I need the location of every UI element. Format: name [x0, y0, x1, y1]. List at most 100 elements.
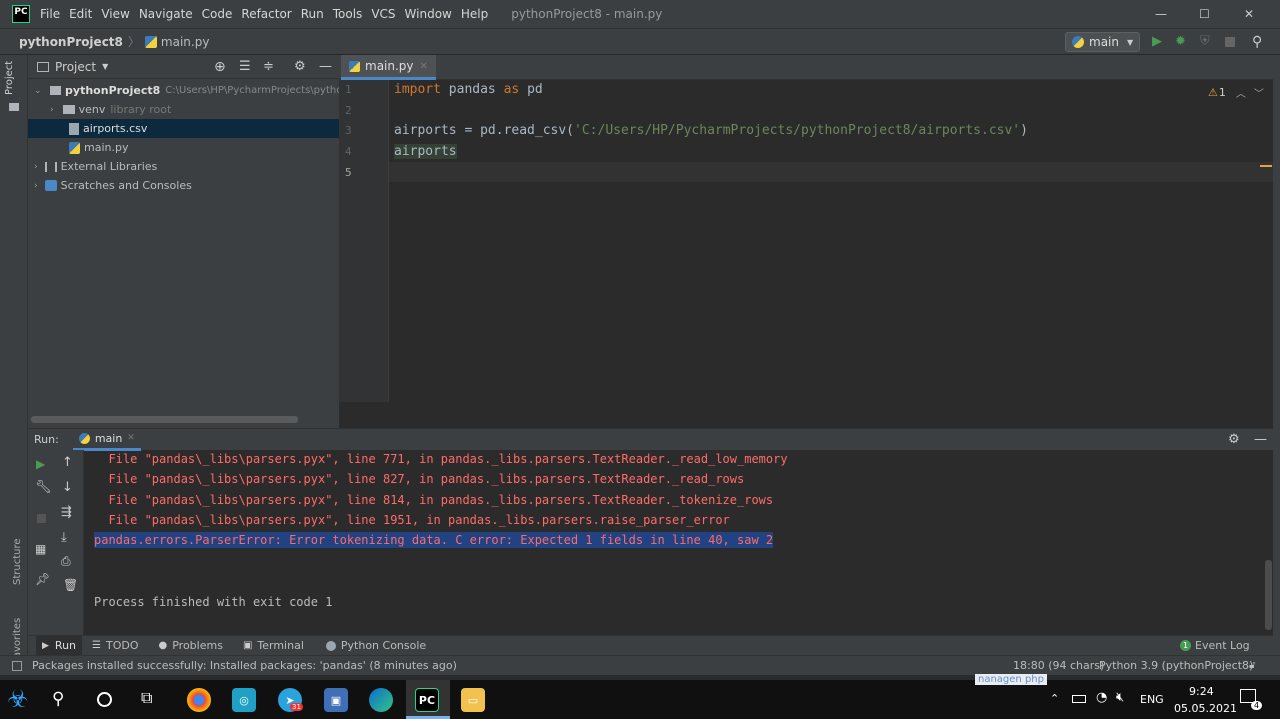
tool-tab-run[interactable]: ▶ Run: [36, 636, 83, 655]
maximize-button[interactable]: ☐: [1199, 7, 1210, 21]
collapse-all-icon[interactable]: ≑: [263, 59, 274, 74]
expand-all-icon[interactable]: ☰: [239, 59, 251, 74]
tool-tab-terminal[interactable]: ▣ Terminal: [243, 639, 304, 652]
python-file-icon: [144, 35, 157, 48]
run-icon[interactable]: ▶: [1152, 34, 1162, 49]
chrome-icon[interactable]: [187, 688, 211, 712]
editor-horizontal-scrollbar[interactable]: [339, 402, 1273, 428]
scroll-end-icon[interactable]: ⤓: [61, 530, 67, 545]
folder-icon: [49, 86, 62, 95]
menu-navigate[interactable]: Navigate: [139, 7, 193, 21]
horizontal-scrollbar[interactable]: [31, 416, 298, 423]
up-arrow-icon[interactable]: ↑: [62, 455, 73, 470]
inspection-widget[interactable]: ⚠ 1 ︿ ﹀: [1208, 85, 1264, 100]
clock-time[interactable]: 9:24: [1189, 685, 1214, 698]
hide-panel-icon[interactable]: —: [319, 59, 332, 74]
tree-item-external-libraries[interactable]: › External Libraries: [28, 157, 339, 176]
status-bar: Packages installed successfully: Install…: [0, 655, 1280, 675]
start-icon[interactable]: ☣: [7, 685, 29, 713]
library-icon: [44, 161, 57, 172]
close-tab-icon[interactable]: ✕: [420, 61, 428, 72]
menu-run[interactable]: Run: [301, 7, 324, 21]
tool-tab-todo[interactable]: ☰ TODO: [92, 639, 138, 652]
tray-chevron-up-icon[interactable]: ⌃: [1050, 692, 1059, 705]
breadcrumb-project[interactable]: pythonProject8: [19, 35, 123, 49]
tree-item-airports-csv[interactable]: airports.csv: [28, 119, 339, 138]
project-view-icon: [37, 61, 49, 72]
run-tab-main[interactable]: main ✕: [72, 429, 141, 451]
wrench-icon[interactable]: 🔧︎: [35, 480, 52, 495]
error-stripe-mark[interactable]: [1260, 165, 1272, 167]
menu-help[interactable]: Help: [461, 7, 488, 21]
gear-icon[interactable]: ⚙: [294, 59, 306, 74]
down-arrow-icon[interactable]: ↓: [62, 480, 73, 495]
language-indicator[interactable]: ENG: [1140, 693, 1164, 706]
tree-item-hint: library root: [110, 103, 172, 116]
file-explorer-icon[interactable]: ▭: [461, 688, 485, 712]
clock-date[interactable]: 05.05.2021: [1174, 702, 1237, 715]
project-view-selector[interactable]: Project: [55, 60, 96, 74]
chevron-down-icon[interactable]: ﹀: [1254, 85, 1264, 100]
coverage-icon[interactable]: ⛨: [1200, 34, 1210, 49]
tool-tab-label: Terminal: [257, 639, 304, 652]
tree-item-project-root[interactable]: ⌄ pythonProject8 C:\Users\HP\PycharmProj…: [28, 81, 339, 100]
tree-item-label: airports.csv: [83, 122, 148, 135]
caret-position[interactable]: 18:80 (94 chars): [1013, 659, 1104, 672]
tree-item-scratches[interactable]: › Scratches and Consoles: [28, 176, 339, 195]
search-icon[interactable]: ⚲: [1252, 34, 1262, 50]
status-message[interactable]: Packages installed successfully: Install…: [32, 659, 457, 672]
debug-icon[interactable]: ✹: [1175, 34, 1186, 49]
lock-icon[interactable]: 🔓︎: [1249, 660, 1255, 671]
pycharm-logo-icon: PC: [12, 5, 30, 23]
minimize-button[interactable]: —: [1155, 7, 1167, 21]
tree-item-main-py[interactable]: main.py: [28, 138, 339, 157]
project-tool-window-tab[interactable]: Project: [4, 35, 15, 95]
trash-icon[interactable]: 🗑︎: [63, 578, 78, 592]
stop-icon[interactable]: [1225, 36, 1235, 47]
stop-icon[interactable]: [37, 514, 46, 523]
hide-panel-icon[interactable]: —: [1254, 432, 1267, 447]
favorites-tool-window-tab[interactable]: Favorites: [12, 603, 23, 663]
wifi-icon[interactable]: ◔: [1096, 690, 1107, 705]
pycharm-taskbar-icon[interactable]: PC: [415, 688, 439, 712]
menu-window[interactable]: Window: [405, 7, 452, 21]
gear-icon[interactable]: ⚙: [1228, 432, 1240, 447]
cortana-icon[interactable]: [97, 692, 112, 707]
status-panel-icon[interactable]: [12, 660, 22, 671]
run-config-selector[interactable]: main ▼: [1065, 32, 1140, 52]
editor-tab-main-py[interactable]: main.py ✕: [341, 55, 436, 80]
console-vertical-scrollbar[interactable]: [1265, 560, 1272, 630]
locate-icon[interactable]: ⊕: [214, 59, 226, 75]
menu-view[interactable]: View: [101, 7, 129, 21]
tool-tab-event-log[interactable]: 1 Event Log: [1180, 639, 1250, 652]
tool-tab-problems[interactable]: ● Problems: [159, 639, 223, 652]
edge-icon[interactable]: [369, 688, 393, 712]
structure-tool-window-tab[interactable]: Structure: [12, 525, 23, 585]
tree-item-venv[interactable]: › venv library root: [28, 100, 339, 119]
menu-edit[interactable]: Edit: [69, 7, 92, 21]
menu-refactor[interactable]: Refactor: [241, 7, 291, 21]
soft-wrap-icon[interactable]: ⇶: [61, 505, 72, 520]
battery-icon[interactable]: [1072, 695, 1086, 703]
app-icon[interactable]: ▣: [324, 688, 348, 712]
print-icon[interactable]: ⎙: [61, 554, 71, 569]
close-button[interactable]: ✕: [1244, 7, 1254, 21]
task-view-icon[interactable]: ⧉: [141, 688, 152, 708]
pin-icon[interactable]: 📌︎: [35, 572, 50, 586]
search-icon[interactable]: ⚲: [52, 689, 64, 709]
tool-tab-python-console[interactable]: Python Console: [325, 639, 426, 652]
chevron-up-icon[interactable]: ︿: [1236, 85, 1246, 100]
close-tab-icon[interactable]: ✕: [127, 433, 135, 443]
menu-file[interactable]: File: [40, 7, 60, 21]
menu-vcs[interactable]: VCS: [371, 7, 395, 21]
rerun-icon[interactable]: ▶: [36, 457, 45, 471]
breadcrumb-file[interactable]: main.py: [161, 35, 210, 49]
folder-icon: [9, 103, 19, 111]
editor[interactable]: [339, 55, 1273, 428]
instagram-icon[interactable]: ◎: [232, 688, 256, 712]
volume-icon[interactable]: 🔇︎: [1116, 690, 1124, 705]
menu-tools[interactable]: Tools: [333, 7, 363, 21]
interpreter-selector[interactable]: Python 3.9 (pythonProject8): [1099, 659, 1253, 672]
menu-code[interactable]: Code: [202, 7, 233, 21]
layout-icon[interactable]: ▦: [35, 542, 46, 556]
